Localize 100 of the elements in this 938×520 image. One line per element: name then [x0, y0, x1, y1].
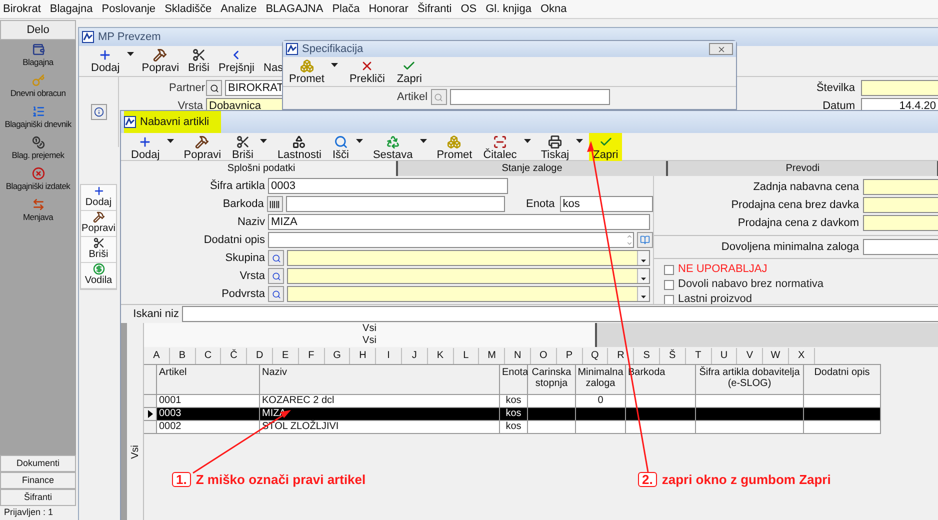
text-area[interactable] [268, 232, 634, 248]
sidebar-item[interactable]: Blagajniški dnevnik [0, 105, 76, 134]
down-icon[interactable] [626, 240, 633, 247]
search-button[interactable] [268, 268, 284, 284]
search-button[interactable] [206, 80, 222, 96]
text-field[interactable] [863, 215, 938, 231]
menu-item[interactable]: Analize [220, 2, 257, 16]
list-icon [32, 105, 44, 118]
sidebar-item[interactable]: Blag. prejemek [0, 136, 76, 165]
table-row[interactable]: 0001 KOZAREC 2 dcl kos 0 [144, 395, 881, 408]
sidebar-item[interactable]: Menjava [0, 198, 76, 227]
note-button[interactable] [637, 232, 653, 248]
close-button[interactable] [709, 43, 733, 55]
column-header[interactable]: Enota [500, 365, 528, 395]
menu-item[interactable]: Okna [540, 2, 567, 16]
side-toolbar-button[interactable]: Briši [81, 237, 116, 263]
caret-icon[interactable] [126, 52, 134, 56]
toolbar-button[interactable]: Promet [432, 133, 476, 161]
menu-item[interactable]: Poslovanje [102, 2, 156, 16]
sidebar-item[interactable]: Blagajna [0, 43, 76, 72]
field-label: Partner [169, 82, 203, 94]
menu-item[interactable]: Skladišče [164, 2, 212, 16]
caret-icon[interactable] [641, 295, 646, 299]
sidebar-item[interactable]: Dnevni obracun [0, 74, 76, 103]
column-header[interactable]: Artikel [157, 365, 260, 395]
info-button[interactable] [90, 104, 106, 120]
text-field[interactable]: 0003 [268, 178, 508, 194]
toolbar-button[interactable]: Prekliči [345, 57, 389, 85]
caret-icon[interactable] [331, 63, 338, 67]
sidebar-item[interactable]: Blagajniški izdatek [0, 167, 76, 196]
caret-icon[interactable] [260, 139, 268, 143]
toolbar-button[interactable]: Dodaj [87, 46, 124, 74]
toolbar-button[interactable]: Popravi [180, 133, 226, 161]
toolbar-button[interactable]: Nas [260, 46, 288, 74]
menu-item[interactable]: Birokrat [3, 2, 41, 16]
toolbar-button[interactable]: Dodaj [127, 133, 164, 161]
sidebar-tab[interactable]: Dokumenti [0, 455, 76, 472]
toolbar-button[interactable]: Išči [328, 133, 353, 161]
row-header[interactable] [144, 408, 157, 421]
search-icon [272, 272, 280, 280]
caret-icon[interactable] [356, 139, 363, 143]
sidebar-tab[interactable]: Finance [0, 472, 76, 489]
column-header[interactable]: Minimalna zaloga [576, 365, 626, 395]
search-button[interactable] [268, 250, 284, 266]
close-icon [716, 44, 726, 54]
field-label: Artikel [397, 90, 428, 104]
caret-icon[interactable] [524, 139, 531, 143]
side-toolbar-button[interactable]: Dodaj [81, 185, 116, 211]
checkbox[interactable] [664, 280, 674, 290]
tab[interactable]: Prevodi [668, 161, 938, 176]
toolbar-button[interactable]: Tiskaj [536, 133, 574, 161]
checkbox[interactable] [664, 294, 674, 304]
side-toolbar-button[interactable]: Popravi [81, 211, 116, 237]
text-field[interactable]: kos [560, 196, 653, 212]
text-field[interactable] [863, 179, 938, 195]
search-button[interactable] [268, 286, 284, 302]
toolbar-button[interactable]: Prejšnji [214, 46, 259, 74]
toolbar-button[interactable]: Lastnosti [273, 133, 326, 161]
menu-item[interactable]: Blagajna [50, 2, 93, 16]
text-field[interactable] [863, 239, 938, 255]
field-label: Številka [815, 82, 855, 94]
text-field[interactable] [863, 197, 938, 213]
sidebar-tab[interactable]: Šifranti [0, 489, 76, 506]
text-field[interactable] [450, 89, 610, 105]
menu-item[interactable]: Plača [332, 2, 360, 16]
caret-icon[interactable] [641, 259, 646, 263]
toolbar-button[interactable]: Briši [228, 133, 258, 161]
tab[interactable]: Stanje zaloge [398, 161, 668, 176]
caret-icon[interactable] [420, 139, 427, 143]
toolbar-button[interactable]: Zapri [589, 133, 622, 161]
toolbar-button[interactable]: Briši [184, 46, 214, 74]
column-header[interactable]: Šifra artikla dobavitelja (e-SLOG) [696, 365, 804, 395]
menu-item[interactable]: OS [460, 2, 477, 16]
text-field[interactable] [286, 196, 505, 212]
text-field[interactable]: MIZA [268, 214, 650, 230]
barcode-button[interactable] [266, 196, 283, 212]
field-label: Enota [526, 198, 555, 210]
search-field[interactable] [182, 306, 938, 322]
toolbar-button[interactable]: Popravi [138, 46, 184, 74]
checkbox[interactable] [664, 264, 674, 274]
menu-item[interactable]: Honorar [368, 2, 408, 16]
caret-icon[interactable] [166, 139, 174, 143]
side-toolbar-button[interactable]: Vodila [81, 263, 116, 289]
menu-item[interactable]: BLAGAJNA [266, 2, 324, 16]
caret-icon[interactable] [576, 139, 584, 143]
column-header[interactable]: Carinska stopnja [528, 365, 576, 395]
filter-row[interactable]: Vsi [144, 323, 597, 335]
column-header[interactable]: Naziv [260, 365, 500, 395]
menu-item[interactable]: Šifranti [417, 2, 452, 16]
filter-row[interactable]: Vsi [144, 335, 597, 347]
toolbar-button[interactable]: Zapri [392, 57, 426, 85]
app-icon [286, 43, 298, 55]
menu-item[interactable]: Gl. knjiga [486, 2, 532, 16]
up-icon[interactable] [626, 233, 633, 240]
column-header[interactable]: Dodatni opis [804, 365, 881, 395]
caret-icon[interactable] [641, 277, 646, 281]
row-pointer-icon [148, 410, 152, 418]
toolbar-button[interactable]: Čitalec [479, 133, 521, 161]
toolbar-button[interactable]: Sestava [368, 133, 417, 161]
text-field[interactable] [861, 80, 938, 96]
